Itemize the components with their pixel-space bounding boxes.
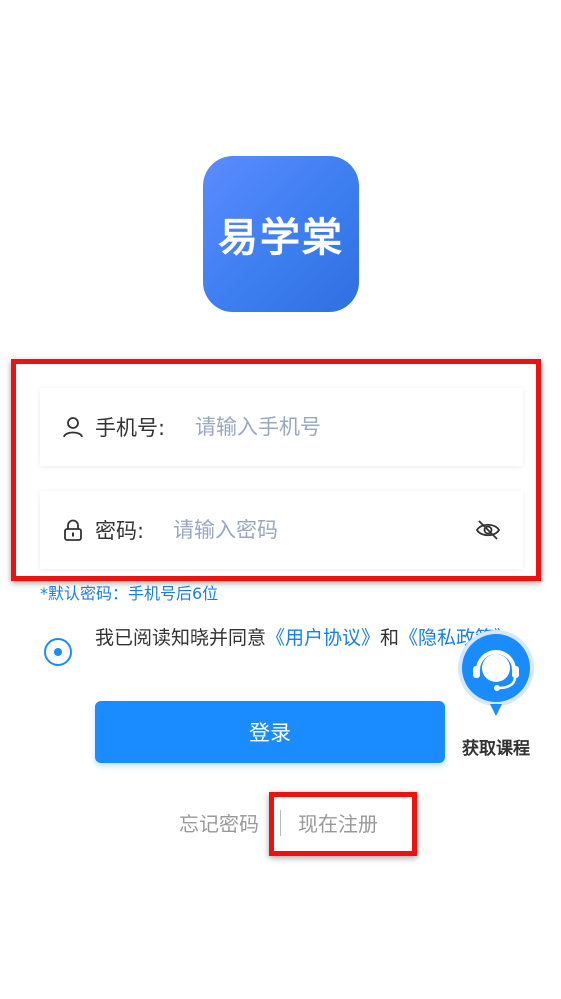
app-logo: 易学棠: [203, 156, 359, 312]
headset-icon: [458, 630, 534, 716]
highlight-box-register: [269, 792, 417, 856]
login-button[interactable]: 登录: [95, 701, 445, 763]
highlight-box-form: [11, 359, 541, 581]
forgot-password-link[interactable]: 忘记密码: [179, 808, 259, 837]
agreement-checkbox[interactable]: [44, 638, 72, 666]
get-course-label: 获取课程: [462, 739, 530, 759]
checkbox-dot: [54, 648, 62, 656]
agreement-prefix: 我已阅读知晓并同意: [95, 627, 267, 649]
default-password-hint: *默认密码：手机号后6位: [40, 584, 219, 603]
get-course-widget[interactable]: 获取课程: [450, 628, 542, 759]
agreement-and: 和: [380, 627, 400, 649]
user-agreement-link[interactable]: 《用户协议》: [266, 627, 380, 649]
app-logo-text: 易学棠: [218, 215, 344, 261]
